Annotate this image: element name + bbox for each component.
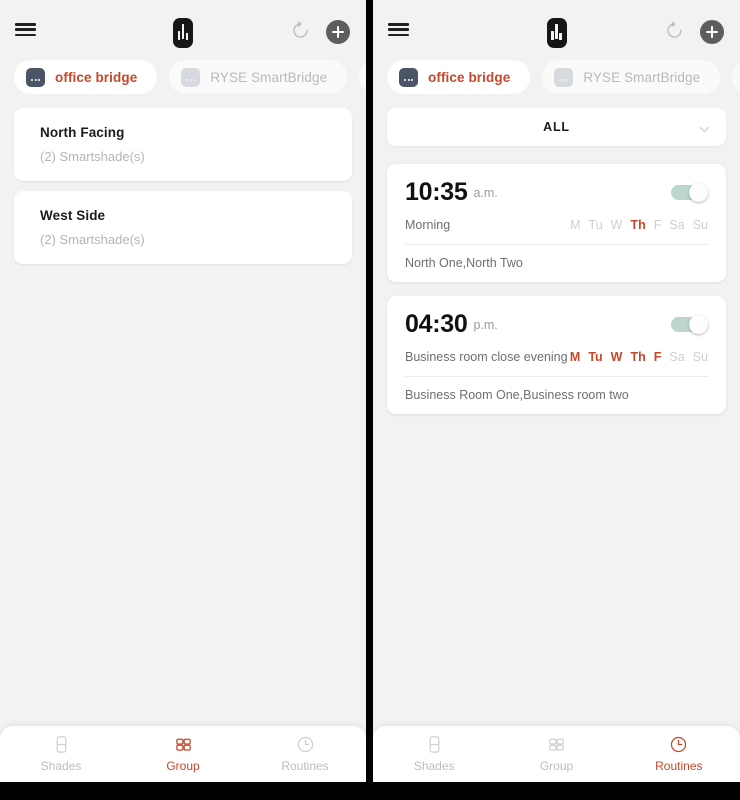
nav-label: Shades [413, 759, 455, 773]
routine-meta: Morning M Tu W Th F Sa Su [405, 218, 708, 232]
bridge-device-icon [554, 67, 574, 87]
routine-filter-value: ALL [543, 120, 570, 134]
bridge-chip-office-bridge[interactable]: office bridge [14, 60, 158, 94]
nav-item-routines[interactable]: Routines [618, 735, 740, 773]
routines-list: ALL 10:35 a.m. Morning M Tu W Th F Sa Su… [373, 98, 740, 726]
bridge-chip-office-bridge[interactable]: office bridge [387, 60, 531, 94]
routine-filter-dropdown[interactable]: ALL [387, 108, 726, 146]
group-shade-count: (2) Smartshade(s) [40, 232, 145, 247]
toggle-knob [689, 315, 708, 334]
bridge-chip-label: RYSE SmartBridge [210, 69, 328, 85]
nav-item-group[interactable]: Group [122, 735, 244, 773]
routine-time: 10:35 [405, 178, 468, 206]
routine-card[interactable]: 10:35 a.m. Morning M Tu W Th F Sa Su Nor… [387, 164, 726, 282]
app-header-left [0, 0, 366, 56]
day-su[interactable]: Su [693, 350, 708, 364]
day-f[interactable]: F [654, 218, 662, 232]
day-m[interactable]: M [570, 350, 580, 364]
screen-divider [366, 0, 373, 800]
day-sa[interactable]: Sa [669, 350, 684, 364]
group-card[interactable]: West Side (2) Smartshade(s) [14, 191, 352, 264]
routine-name: Business room close evening [405, 350, 568, 364]
bridge-chip-label: office bridge [55, 69, 138, 85]
right-screen-routines-view: office bridge RYSE SmartBridge ALL 10:35… [373, 0, 740, 800]
shade-blind-icon [52, 735, 71, 754]
refresh-icon[interactable] [665, 21, 684, 40]
bridge-chip-overflow[interactable] [359, 60, 366, 94]
hamburger-menu-icon[interactable] [388, 23, 409, 36]
day-tu[interactable]: Tu [588, 350, 602, 364]
nav-item-shades[interactable]: Shades [373, 735, 495, 773]
day-w[interactable]: W [611, 218, 623, 232]
routine-day-selector[interactable]: M Tu W Th F Sa Su [570, 218, 708, 232]
clock-routine-icon [669, 735, 688, 754]
left-screen-group-view: office bridge RYSE SmartBridge North Fac… [0, 0, 366, 800]
day-w[interactable]: W [611, 350, 623, 364]
routine-shades: Business Room One,Business room two [405, 388, 629, 402]
group-list: North Facing (2) Smartshade(s) West Side… [0, 98, 366, 726]
shade-blind-icon [425, 735, 444, 754]
nav-label: Routines [655, 759, 703, 773]
app-header-right [373, 0, 740, 56]
routine-meridiem: a.m. [473, 185, 498, 200]
routine-day-selector[interactable]: M Tu W Th F Sa Su [570, 350, 708, 364]
bridge-chip-label: RYSE SmartBridge [583, 69, 701, 85]
clock-routine-icon [296, 735, 315, 754]
bridge-device-icon [26, 67, 45, 87]
bridge-chip-ryse-smartbridge[interactable]: RYSE SmartBridge [542, 60, 721, 94]
dual-screenshot-container: office bridge RYSE SmartBridge North Fac… [0, 0, 740, 800]
ryse-blinds-logo-icon [173, 18, 193, 48]
refresh-icon[interactable] [291, 21, 310, 40]
chevron-down-icon [699, 122, 710, 133]
system-safe-area-right [373, 782, 740, 800]
routine-card[interactable]: 04:30 p.m. Business room close evening M… [387, 296, 726, 414]
bridge-device-icon [181, 67, 201, 87]
bridge-chip-ryse-smartbridge[interactable]: RYSE SmartBridge [169, 60, 348, 94]
routine-time: 04:30 [405, 310, 468, 338]
routine-header: 10:35 a.m. [405, 178, 708, 207]
bottom-navigation-right[interactable]: Shades Group Routines [373, 726, 740, 782]
nav-label: Shades [40, 759, 82, 773]
group-grid-icon [547, 735, 566, 754]
nav-item-group[interactable]: Group [495, 735, 617, 773]
routine-enable-toggle[interactable] [671, 183, 708, 202]
day-su[interactable]: Su [693, 218, 708, 232]
day-th[interactable]: Th [630, 218, 645, 232]
group-card[interactable]: North Facing (2) Smartshade(s) [14, 108, 352, 181]
routine-shades: North One,North Two [405, 256, 523, 270]
routine-meridiem: p.m. [473, 317, 498, 332]
group-name: North Facing [40, 125, 125, 140]
bottom-navigation-left[interactable]: Shades Group Routines [0, 726, 366, 782]
routine-meta: Business room close evening M Tu W Th F … [405, 350, 708, 364]
hamburger-menu-icon[interactable] [15, 23, 36, 36]
ryse-blinds-logo-icon [546, 18, 567, 48]
routine-enable-toggle[interactable] [671, 315, 708, 334]
plus-add-icon[interactable] [700, 20, 724, 44]
group-shade-count: (2) Smartshade(s) [40, 149, 145, 164]
day-f[interactable]: F [654, 350, 662, 364]
bridge-chip-overflow[interactable] [732, 60, 740, 94]
routine-header: 04:30 p.m. [405, 310, 708, 339]
day-sa[interactable]: Sa [669, 218, 684, 232]
group-name: West Side [40, 208, 106, 223]
nav-item-shades[interactable]: Shades [0, 735, 122, 773]
group-grid-icon [174, 735, 193, 754]
bridge-device-icon [399, 67, 418, 87]
plus-add-icon[interactable] [326, 20, 350, 44]
nav-label: Group [166, 759, 200, 773]
bridge-tab-row-left[interactable]: office bridge RYSE SmartBridge [0, 56, 366, 98]
bridge-chip-label: office bridge [428, 69, 511, 85]
day-th[interactable]: Th [630, 350, 645, 364]
system-safe-area-left [0, 782, 366, 800]
routine-name: Morning [405, 218, 451, 232]
nav-label: Group [539, 759, 574, 773]
nav-item-routines[interactable]: Routines [244, 735, 366, 773]
nav-label: Routines [281, 759, 329, 773]
day-m[interactable]: M [570, 218, 580, 232]
bridge-tab-row-right[interactable]: office bridge RYSE SmartBridge [373, 56, 740, 98]
toggle-knob [689, 183, 708, 202]
day-tu[interactable]: Tu [589, 218, 603, 232]
